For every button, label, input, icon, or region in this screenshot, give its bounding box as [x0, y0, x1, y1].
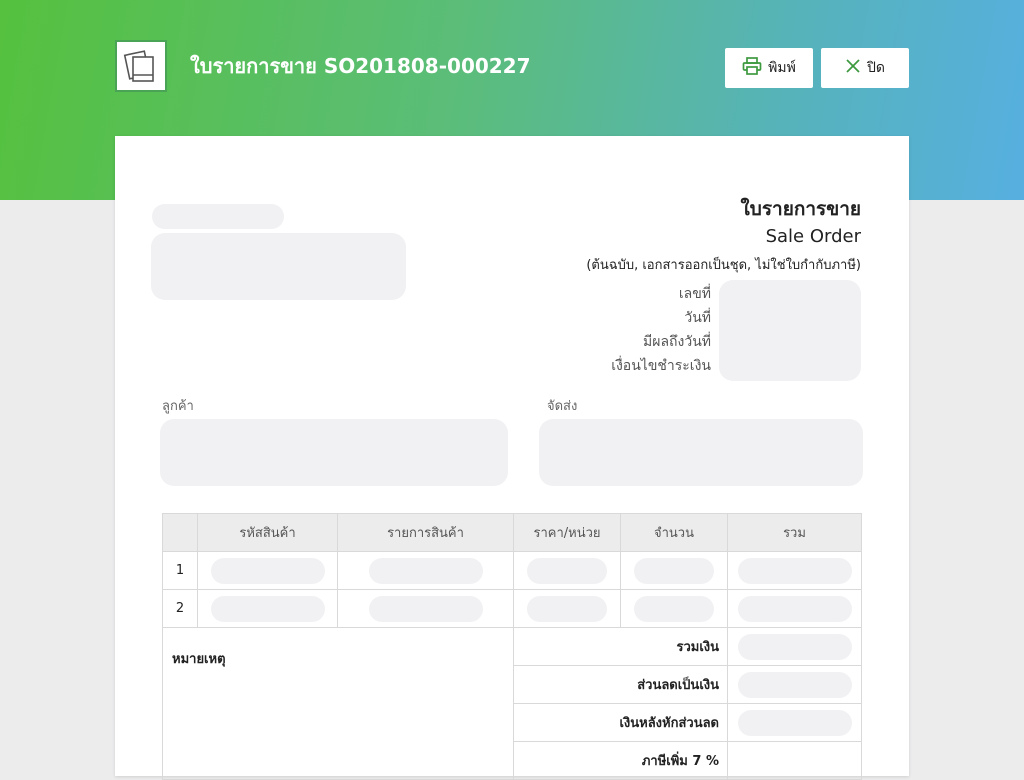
discount-placeholder	[737, 671, 852, 698]
cell-placeholder	[634, 595, 714, 622]
doc-date-label: วันที่	[684, 310, 711, 326]
document-type-en: Sale Order	[765, 226, 861, 247]
cell-placeholder	[737, 557, 852, 584]
table-header-row: รหัสสินค้า รายการสินค้า ราคา/หน่วย จำนวน…	[162, 513, 862, 552]
customer-placeholder	[160, 419, 508, 486]
cell-placeholder	[210, 557, 325, 584]
close-icon	[845, 58, 861, 78]
company-address-placeholder	[151, 233, 406, 300]
table-row: 2	[162, 589, 862, 628]
document-note: (ต้นฉบับ, เอกสารออกเป็นชุด, ไม่ใช่ใบกำกั…	[586, 258, 861, 273]
col-header-no	[162, 513, 198, 552]
print-button[interactable]: พิมพ์	[725, 48, 813, 88]
document-paper: ใบรายการขาย Sale Order (ต้นฉบับ, เอกสารอ…	[115, 136, 909, 780]
col-header-qty: จำนวน	[620, 513, 728, 552]
remark-label: หมายเหตุ	[162, 627, 514, 780]
discount-label: ส่วนลดเป็นเงิน	[513, 665, 728, 704]
photo-stack-icon	[115, 40, 167, 92]
close-label: ปิด	[867, 60, 885, 76]
document-meta-labels: เลขที่ วันที่ มีผลถึงวันที่ เงื่อนไขชำระ…	[611, 282, 711, 378]
after-discount-label: เงินหลังหักส่วนลด	[513, 703, 728, 742]
cell-placeholder	[368, 595, 483, 622]
col-header-total: รวม	[727, 513, 862, 552]
document-type-th: ใบรายการขาย	[740, 198, 861, 220]
after-discount-placeholder	[737, 709, 852, 736]
table-row: 1	[162, 551, 862, 590]
items-table: รหัสสินค้า รายการสินค้า ราคา/หน่วย จำนวน…	[162, 513, 862, 780]
vat-label: ภาษีเพิ่ม 7 %	[513, 741, 728, 780]
doc-effective-date-label: มีผลถึงวันที่	[643, 334, 711, 350]
shipping-label: จัดส่ง	[547, 399, 578, 414]
row-number: 1	[162, 551, 198, 590]
cell-placeholder	[368, 557, 483, 584]
shipping-placeholder	[539, 419, 863, 486]
cell-placeholder	[527, 557, 607, 584]
summary-row: หมายเหตุ รวมเงิน	[162, 627, 862, 780]
subtotal-placeholder	[737, 633, 852, 660]
col-header-item: รายการสินค้า	[337, 513, 514, 552]
subtotal-label: รวมเงิน	[513, 627, 728, 666]
row-number: 2	[162, 589, 198, 628]
cell-placeholder	[210, 595, 325, 622]
col-header-code: รหัสสินค้า	[197, 513, 338, 552]
printer-icon	[742, 57, 762, 79]
company-name-placeholder	[152, 204, 284, 229]
close-button[interactable]: ปิด	[821, 48, 909, 88]
print-label: พิมพ์	[768, 60, 796, 76]
customer-label: ลูกค้า	[162, 399, 194, 414]
cell-placeholder	[634, 557, 714, 584]
cell-placeholder	[737, 595, 852, 622]
doc-meta-placeholder	[719, 280, 861, 381]
col-header-price: ราคา/หน่วย	[513, 513, 621, 552]
doc-number-label: เลขที่	[678, 286, 711, 302]
vat-value-cell	[727, 741, 862, 780]
payment-terms-label: เงื่อนไขชำระเงิน	[611, 358, 711, 374]
page-title: ใบรายการขาย SO201808-000227	[190, 54, 531, 78]
cell-placeholder	[527, 595, 607, 622]
